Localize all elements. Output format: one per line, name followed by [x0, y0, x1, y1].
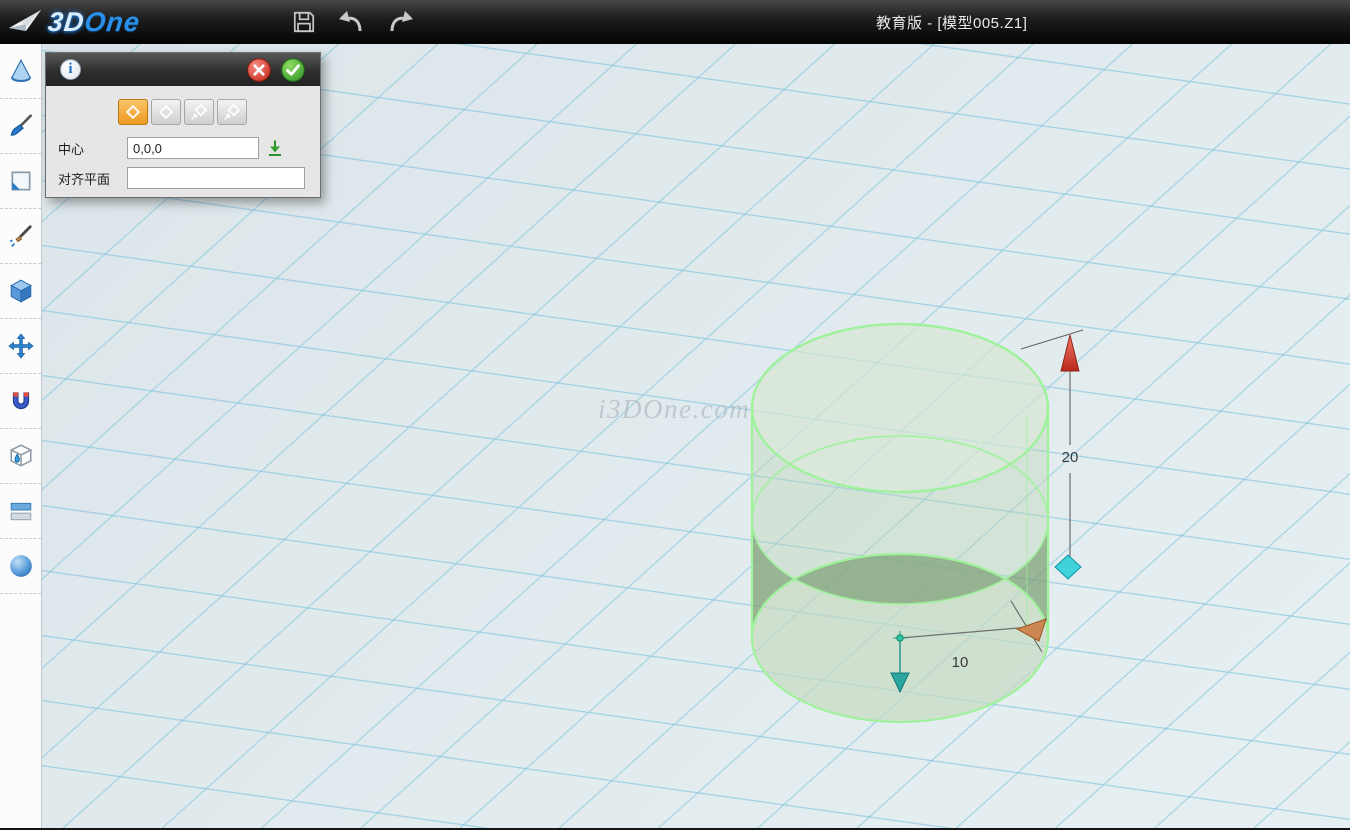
radius-dimension-label: 10	[952, 654, 969, 671]
align-plane-field-row: 对齐平面	[46, 167, 320, 197]
material-cube-icon	[8, 443, 34, 469]
sidebar-section-button[interactable]	[0, 484, 41, 539]
confirm-icon	[280, 57, 306, 83]
cylinder-dialog: 中心 对齐平面	[45, 52, 321, 198]
undo-icon	[338, 9, 366, 35]
mode-offset-button[interactable]	[184, 99, 214, 125]
mode-point-button[interactable]	[118, 99, 148, 125]
sketch-plane-icon	[8, 168, 34, 194]
height-dimension-label: 20	[1062, 449, 1079, 466]
cube-icon	[8, 278, 34, 304]
magnet-icon	[8, 388, 34, 414]
document-title: 教育版 - [模型005.Z1]	[876, 0, 1027, 44]
section-icon	[8, 498, 34, 524]
watermark: i3DOne.com	[598, 394, 750, 424]
move-icon	[8, 333, 34, 359]
app-logo: 3DOne	[0, 7, 196, 38]
primitives-icon	[8, 58, 34, 84]
brush-icon	[8, 113, 34, 139]
mode-point-alt-button[interactable]	[151, 99, 181, 125]
sidebar-solid-cube-button[interactable]	[0, 264, 41, 319]
sidebar-engrave-button[interactable]	[0, 209, 41, 264]
extension-line-top	[1021, 330, 1083, 349]
dialog-header[interactable]	[46, 53, 320, 86]
logo-text: 3DOne	[46, 7, 141, 38]
sidebar-material-button[interactable]	[0, 429, 41, 484]
mid-handle-diamond[interactable]	[1055, 555, 1081, 579]
save-icon	[291, 9, 317, 35]
point-picker-button[interactable]	[265, 138, 285, 158]
center-point-marker[interactable]	[897, 635, 903, 641]
center-field-row: 中心	[46, 137, 320, 167]
save-button[interactable]	[288, 6, 320, 38]
titlebar: 3DOne 教育版 - [模型005.Z1]	[0, 0, 1350, 44]
diamond-icon	[155, 101, 177, 123]
info-icon[interactable]	[60, 59, 81, 80]
align-plane-input[interactable]	[127, 167, 305, 189]
align-plane-label: 对齐平面	[58, 169, 127, 188]
cancel-icon	[246, 57, 272, 83]
pick-point-icon	[266, 139, 284, 157]
redo-button[interactable]	[384, 6, 416, 38]
cancel-button[interactable]	[246, 57, 272, 83]
confirm-button[interactable]	[280, 57, 306, 83]
render-sphere-icon	[8, 553, 34, 579]
sidebar-sketch-brush-button[interactable]	[0, 99, 41, 154]
mode-offset-alt-button[interactable]	[217, 99, 247, 125]
engrave-icon	[8, 223, 34, 249]
diamond-icon	[122, 101, 144, 123]
center-mode-row	[46, 86, 320, 137]
sidebar-render-button[interactable]	[0, 539, 41, 594]
sidebar-primitives-button[interactable]	[0, 44, 41, 99]
dialog-body: 中心 对齐平面	[46, 86, 320, 197]
sidebar-move-button[interactable]	[0, 319, 41, 374]
redo-icon	[386, 9, 414, 35]
sidebar-sketch-plane-button[interactable]	[0, 154, 41, 209]
center-field-label: 中心	[58, 139, 127, 158]
diamond-arrow-icon	[221, 101, 243, 123]
undo-button[interactable]	[336, 6, 368, 38]
paper-plane-icon	[8, 8, 44, 36]
center-input[interactable]	[127, 137, 259, 159]
diamond-arrow-icon	[188, 101, 210, 123]
left-toolbar	[0, 44, 42, 830]
quick-access-toolbar	[288, 6, 416, 38]
sidebar-magnet-button[interactable]	[0, 374, 41, 429]
viewport[interactable]: i3DOne.com 20 10	[42, 44, 1350, 830]
height-handle-arrow[interactable]	[1061, 335, 1079, 371]
